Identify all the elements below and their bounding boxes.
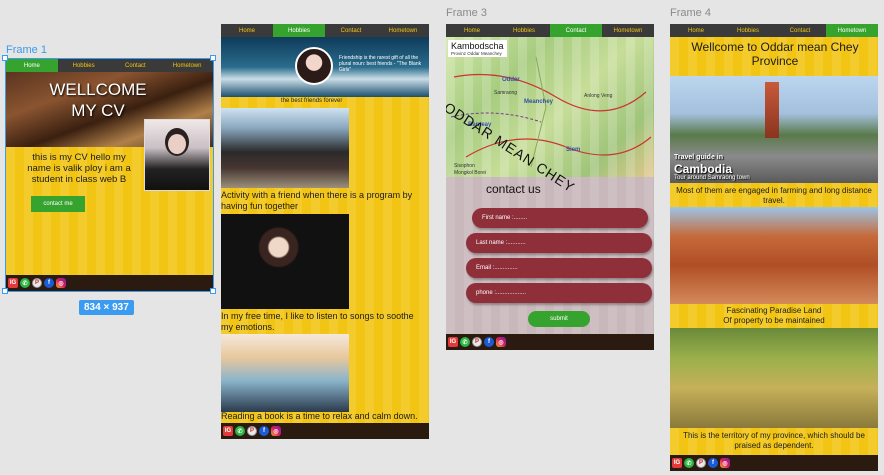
selection-box xyxy=(5,58,214,292)
friends-group-photo xyxy=(221,108,349,188)
facebook-icon[interactable]: f xyxy=(259,426,269,436)
map-place-mongkol-borei: Mongkol Borei xyxy=(454,170,486,176)
nav-hometown[interactable]: Hometown xyxy=(826,24,878,37)
instagram-icon[interactable]: ◎ xyxy=(496,337,506,347)
map-place-sisophon: Sisophon xyxy=(454,163,475,169)
avatar xyxy=(295,47,333,85)
nav-hobbies[interactable]: Hobbies xyxy=(722,24,774,37)
resize-handle-tl[interactable] xyxy=(2,55,8,61)
reading-girl-photo xyxy=(221,334,349,412)
text-paradise-line2: Of property to be maintained xyxy=(723,316,825,325)
caption-music: In my free time, I like to listen to son… xyxy=(221,311,414,332)
dimension-badge: 834 × 937 xyxy=(79,300,134,315)
cambodia-text: Cambodia xyxy=(674,162,733,176)
nav-contact[interactable]: Contact xyxy=(325,24,377,37)
banner-caption: the best friends forever xyxy=(281,98,343,104)
province-map-image: Kambodscha Provinz Oddar Meanchey Oddar … xyxy=(446,37,654,196)
travel-guide-text: Travel guide in xyxy=(674,154,724,161)
pinterest-icon[interactable]: P xyxy=(696,458,706,468)
frame4-label[interactable]: Frame 4 xyxy=(670,7,711,19)
nav-hobbies[interactable]: Hobbies xyxy=(273,24,325,37)
map-place-siem: Siem xyxy=(566,147,581,153)
facebook-icon[interactable]: f xyxy=(484,337,494,347)
frame4-nav: Home Hobbies Contact Hometown xyxy=(670,24,878,37)
facebook-icon[interactable]: f xyxy=(708,458,718,468)
whatsapp-icon[interactable]: ✆ xyxy=(684,458,694,468)
frame-2[interactable]: Home Hobbies Contact Hometown Friendship… xyxy=(221,24,429,439)
design-canvas: Frame 1 Home Hobbies Contact Hometown WE… xyxy=(0,0,884,475)
pinterest-icon[interactable]: P xyxy=(247,426,257,436)
music-girl-photo xyxy=(221,214,349,309)
ig-icon[interactable]: IG xyxy=(448,337,458,347)
farmers-field-image xyxy=(670,328,878,428)
resize-handle-tr[interactable] xyxy=(210,55,216,61)
frame2-nav: Home Hobbies Contact Hometown xyxy=(221,24,429,37)
first-name-field[interactable]: First name :........ xyxy=(472,208,648,228)
ig-icon[interactable]: IG xyxy=(223,426,233,436)
frame1-label[interactable]: Frame 1 xyxy=(6,44,47,56)
map-place-meanchey: Meanchey xyxy=(524,99,554,105)
province-title: Wellcome to Oddar mean Chey Province xyxy=(691,40,859,68)
nav-contact[interactable]: Contact xyxy=(550,24,602,37)
submit-button[interactable]: submit xyxy=(528,311,590,327)
nav-home[interactable]: Home xyxy=(446,24,498,37)
whatsapp-icon[interactable]: ✆ xyxy=(235,426,245,436)
samraong-text: Tour around Samraong town xyxy=(674,175,750,181)
last-name-field[interactable]: Last name :........... xyxy=(466,233,652,253)
samraong-town-image: Travel guide in Cambodia Tour around Sam… xyxy=(670,76,878,183)
banner-quote: Friendship is the rarest gift of all the… xyxy=(339,55,422,73)
frame3-nav: Home Hobbies Contact Hometown xyxy=(446,24,654,37)
contact-heading: contact us xyxy=(486,182,541,196)
text-territory: This is the territory of my province, wh… xyxy=(683,431,865,450)
instagram-icon[interactable]: ◎ xyxy=(720,458,730,468)
resize-handle-bl[interactable] xyxy=(2,288,8,294)
nav-home[interactable]: Home xyxy=(670,24,722,37)
caption-reading: Reading a book is a time to relax and ca… xyxy=(221,411,418,421)
pinterest-icon[interactable]: P xyxy=(472,337,482,347)
instagram-icon[interactable]: ◎ xyxy=(271,426,281,436)
caption-friends: Activity with a friend when there is a p… xyxy=(221,190,413,211)
red-canyon-image xyxy=(670,207,878,304)
resize-handle-br[interactable] xyxy=(210,288,216,294)
text-farming: Most of them are engaged in farming and … xyxy=(676,186,872,205)
map-place-anlong-veng: Anlong Veng xyxy=(584,93,613,99)
frame-4[interactable]: Home Hobbies Contact Hometown Wellcome t… xyxy=(670,24,878,471)
ig-icon[interactable]: IG xyxy=(672,458,682,468)
text-paradise-line1: Fascinating Paradise Land xyxy=(726,306,822,315)
map-place-oddar: Oddar xyxy=(502,77,520,83)
frame4-footer: IG ✆ P f ◎ xyxy=(670,455,878,471)
phone-field[interactable]: phone :.................. xyxy=(466,283,652,303)
map-place-samraong: Samraong xyxy=(494,90,518,96)
nav-hobbies[interactable]: Hobbies xyxy=(498,24,550,37)
whatsapp-icon[interactable]: ✆ xyxy=(460,337,470,347)
nav-hometown[interactable]: Hometown xyxy=(602,24,654,37)
nav-contact[interactable]: Contact xyxy=(774,24,826,37)
text-paradise-land: Fascinating Paradise Land Of property to… xyxy=(674,306,874,326)
nav-home[interactable]: Home xyxy=(221,24,273,37)
frame2-footer: IG ✆ P f ◎ xyxy=(221,423,429,439)
nav-hometown[interactable]: Hometown xyxy=(377,24,429,37)
frame3-footer: IG ✆ P f ◎ xyxy=(446,334,654,350)
email-field[interactable]: Email :.............. xyxy=(466,258,652,278)
monument-shape xyxy=(765,82,779,138)
ocean-banner-image: Friendship is the rarest gift of all the… xyxy=(221,37,429,97)
frame3-label[interactable]: Frame 3 xyxy=(446,7,487,19)
frame-3[interactable]: Home Hobbies Contact Hometown Kambodscha… xyxy=(446,24,654,350)
map-roads xyxy=(450,56,652,168)
